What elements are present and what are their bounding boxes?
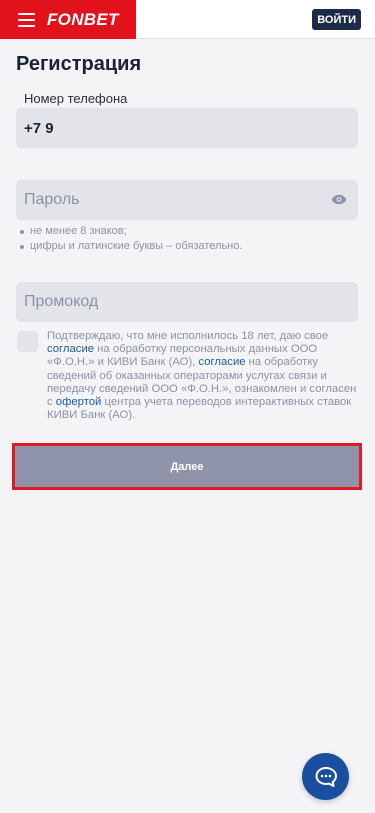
consent-text: Подтверждаю, что мне исполнилось 18 лет,… (47, 330, 357, 422)
password-placeholder: Пароль (24, 191, 80, 208)
password-hint: цифры и латинские буквы – обязательно. (20, 239, 242, 254)
brand-bar: FONBET (0, 0, 136, 39)
page-title: Регистрация (16, 53, 142, 75)
next-button[interactable]: Далее (12, 443, 362, 490)
consent-link-personal-data[interactable]: согласие (47, 343, 94, 355)
chat-icon (315, 766, 337, 787)
phone-label: Номер телефона (24, 91, 128, 106)
password-hint: не менее 8 знаков; (20, 224, 242, 239)
login-button[interactable]: ВОЙТИ (312, 9, 361, 30)
phone-value: +7 9 (24, 120, 54, 137)
top-header: FONBET ВОЙТИ (0, 0, 375, 39)
menu-icon[interactable] (18, 12, 35, 27)
promo-input[interactable]: Промокод (16, 282, 358, 322)
offer-link[interactable]: офертой (56, 396, 102, 408)
password-input[interactable]: Пароль (16, 180, 358, 220)
chat-button[interactable] (302, 753, 349, 800)
password-hints: не менее 8 знаков; цифры и латинские бук… (20, 224, 242, 254)
logo[interactable]: FONBET (47, 10, 119, 30)
promo-placeholder: Промокод (24, 293, 99, 310)
consent-link-communication-data[interactable]: согласие (199, 356, 246, 368)
consent-checkbox[interactable] (17, 331, 38, 352)
eye-icon[interactable] (331, 193, 347, 206)
phone-input[interactable]: +7 9 (16, 108, 358, 148)
bullet-icon (20, 229, 24, 234)
bullet-icon (20, 244, 24, 249)
